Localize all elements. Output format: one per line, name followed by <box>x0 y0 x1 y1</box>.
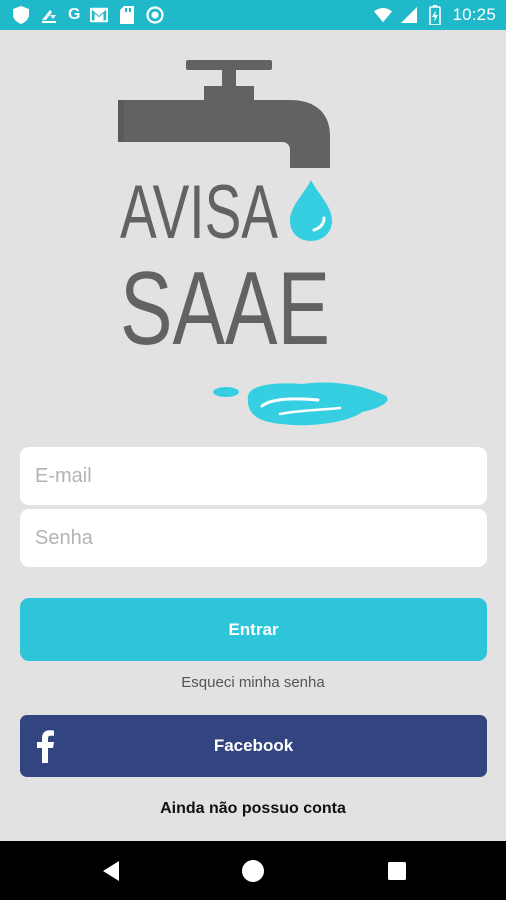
back-icon[interactable] <box>99 859 123 883</box>
notification-icons: G <box>12 4 165 26</box>
home-icon[interactable] <box>241 859 265 883</box>
logo-line-avisa: AVISA <box>120 170 278 255</box>
facebook-button-label: Facebook <box>213 736 294 755</box>
water-puddle <box>213 382 388 426</box>
login-button[interactable]: Entrar <box>20 598 487 661</box>
app-logo: AVISA SAAE <box>0 30 506 440</box>
gmail-icon <box>90 6 109 24</box>
clock-time: 10:25 <box>452 5 496 24</box>
password-field[interactable] <box>20 509 487 567</box>
system-icons: 10:25 <box>374 4 496 26</box>
facebook-login-button[interactable]: Facebook <box>20 715 487 777</box>
forgot-password-link[interactable]: Esqueci minha senha <box>0 674 506 691</box>
wifi-icon <box>374 6 393 24</box>
google-icon: G <box>68 6 81 23</box>
email-field[interactable] <box>20 447 487 505</box>
faucet-icon <box>118 60 330 168</box>
download-icon <box>40 6 58 24</box>
signup-link[interactable]: Ainda não possuo conta <box>0 800 506 818</box>
water-drop-icon <box>290 180 332 241</box>
signal-icon <box>400 6 418 24</box>
recents-icon[interactable] <box>385 859 409 883</box>
sync-icon <box>146 6 165 24</box>
battery-icon <box>426 5 444 25</box>
logo-line-saae: SAAE <box>120 251 330 367</box>
navigation-bar <box>0 841 506 900</box>
login-button-label: Entrar <box>228 619 279 639</box>
shield-icon <box>12 6 30 24</box>
sd-card-icon <box>118 6 136 24</box>
status-bar: G 10:25 <box>0 0 506 30</box>
